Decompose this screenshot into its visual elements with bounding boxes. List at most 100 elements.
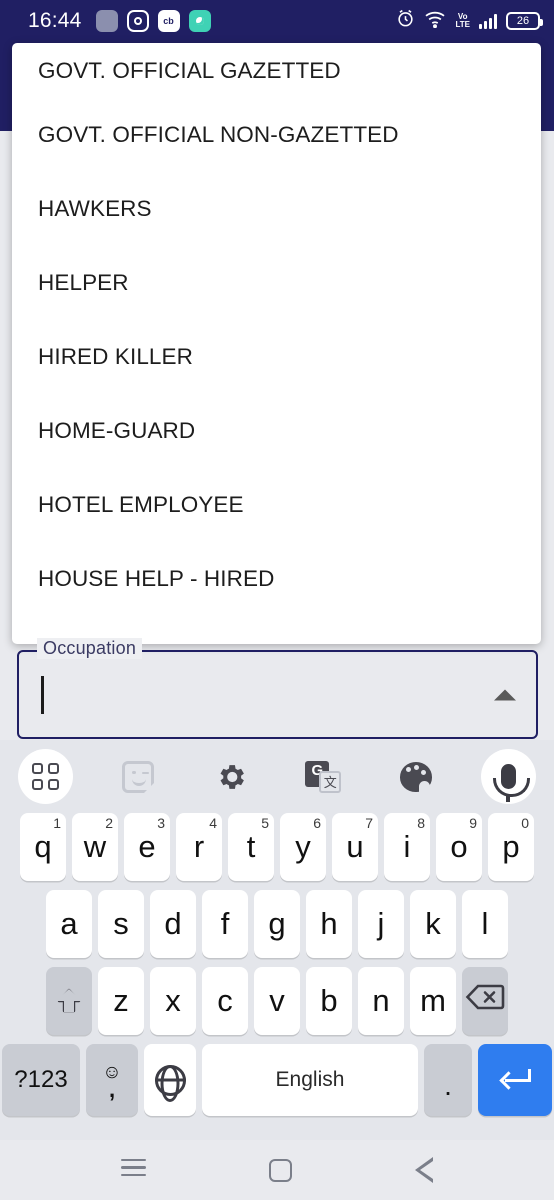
key-j[interactable]: j	[358, 890, 404, 958]
key-d[interactable]: d	[150, 890, 196, 958]
chat-app-icon	[188, 10, 211, 32]
globe-icon	[154, 1064, 186, 1096]
dropdown-option[interactable]: HOME-GUARD	[12, 394, 541, 468]
key-label: p	[502, 829, 520, 864]
key-c[interactable]: c	[202, 967, 248, 1035]
home-icon[interactable]	[268, 1158, 292, 1182]
sticker-icon[interactable]	[111, 749, 166, 804]
back-icon[interactable]	[414, 1157, 433, 1183]
backspace-key[interactable]	[462, 967, 508, 1035]
key-label: r	[193, 829, 205, 864]
key-b[interactable]: b	[306, 967, 352, 1035]
translate-icon[interactable]: G 文	[296, 749, 351, 804]
status-bar: 16:44 cb Vo LTE 26	[0, 0, 554, 42]
dropdown-option[interactable]: HIRED KILLER	[12, 320, 541, 394]
instagram-icon	[126, 10, 149, 32]
cb-app-icon: cb	[157, 10, 180, 32]
keyboard-row-1: 1q 2w 3e 4r 5t 6y 7u 8i 9o 0p	[5, 813, 549, 881]
key-number: 3	[157, 815, 165, 831]
status-bar-right: Vo LTE 26	[396, 9, 543, 33]
key-a[interactable]: a	[46, 890, 92, 958]
keyboard-row-3: z x c v b n m	[5, 967, 549, 1035]
key-label: t	[246, 829, 256, 864]
key-q[interactable]: 1q	[20, 813, 66, 881]
keyboard: G 文 1q 2w 3e 4r 5t 6y 7u 8i 9o 0p a s d	[0, 740, 554, 1140]
key-w[interactable]: 2w	[72, 813, 118, 881]
enter-key[interactable]	[478, 1044, 552, 1116]
key-number: 1	[53, 815, 61, 831]
key-number: 2	[105, 815, 113, 831]
keyboard-row-2: a s d f g h j k l	[5, 890, 549, 958]
key-number: 9	[469, 815, 477, 831]
symbols-key[interactable]: ?123	[2, 1044, 80, 1116]
occupation-input[interactable]	[41, 675, 44, 714]
dropdown-option[interactable]: HAWKERS	[12, 172, 541, 246]
key-h[interactable]: h	[306, 890, 352, 958]
key-y[interactable]: 6y	[280, 813, 326, 881]
key-i[interactable]: 8i	[384, 813, 430, 881]
key-s[interactable]: s	[98, 890, 144, 958]
recents-icon[interactable]	[121, 1158, 147, 1182]
system-navigation-bar	[0, 1140, 554, 1200]
volte-bottom: LTE	[455, 20, 470, 29]
emoji-comma-key[interactable]: ☺ ,	[86, 1044, 138, 1116]
key-label: q	[34, 829, 52, 864]
occupation-field[interactable]: Occupation	[17, 638, 538, 739]
volte-icon: Vo LTE	[455, 13, 470, 29]
key-v[interactable]: v	[254, 967, 300, 1035]
language-key[interactable]	[144, 1044, 196, 1116]
space-key[interactable]: English	[202, 1044, 418, 1116]
microphone-icon[interactable]	[480, 749, 536, 804]
key-k[interactable]: k	[410, 890, 456, 958]
key-number: 5	[261, 815, 269, 831]
key-number: 7	[365, 815, 373, 831]
keyboard-rows: 1q 2w 3e 4r 5t 6y 7u 8i 9o 0p a s d f g …	[0, 813, 554, 1116]
gear-icon[interactable]	[203, 749, 258, 804]
battery-icon: 26	[506, 12, 543, 30]
dropdown-option[interactable]: GOVT. OFFICIAL NON-GAZETTED	[12, 98, 541, 172]
key-t[interactable]: 5t	[228, 813, 274, 881]
dropdown-option[interactable]: HELPER	[12, 246, 541, 320]
key-label: i	[403, 829, 411, 864]
key-o[interactable]: 9o	[436, 813, 482, 881]
period-key[interactable]: .	[424, 1044, 472, 1116]
keyboard-toolbar: G 文	[0, 740, 554, 813]
key-label: w	[83, 829, 107, 864]
dropdown-option[interactable]: GOVT. OFFICIAL GAZETTED	[12, 43, 541, 98]
occupation-label: Occupation	[37, 638, 143, 659]
keyboard-row-4: ?123 ☺ , English .	[2, 1044, 552, 1116]
grid-icon[interactable]	[18, 749, 73, 804]
key-number: 4	[209, 815, 217, 831]
key-u[interactable]: 7u	[332, 813, 378, 881]
status-bar-left: 16:44 cb	[28, 9, 211, 33]
palette-icon[interactable]	[388, 749, 443, 804]
shift-icon	[56, 987, 82, 1015]
key-n[interactable]: n	[358, 967, 404, 1035]
key-m[interactable]: m	[410, 967, 456, 1035]
wifi-icon	[424, 10, 446, 33]
key-l[interactable]: l	[462, 890, 508, 958]
key-label: u	[346, 829, 364, 864]
key-r[interactable]: 4r	[176, 813, 222, 881]
key-p[interactable]: 0p	[488, 813, 534, 881]
text-caret	[41, 675, 44, 714]
instagram-lens	[133, 17, 142, 25]
app-icon	[95, 10, 118, 32]
key-x[interactable]: x	[150, 967, 196, 1035]
dropdown-option[interactable]: HOTEL EMPLOYEE	[12, 468, 541, 542]
key-f[interactable]: f	[202, 890, 248, 958]
comma-label: ,	[108, 1076, 116, 1102]
key-e[interactable]: 3e	[124, 813, 170, 881]
key-label: o	[450, 829, 468, 864]
occupation-dropdown-list[interactable]: GOVT. OFFICIAL GAZETTED GOVT. OFFICIAL N…	[12, 43, 541, 644]
backspace-icon	[465, 983, 505, 1019]
shift-key[interactable]	[46, 967, 92, 1035]
key-z[interactable]: z	[98, 967, 144, 1035]
dropdown-option[interactable]: HOUSE HELP - HIRED	[12, 542, 541, 616]
translate-char: 文	[319, 770, 342, 793]
status-clock: 16:44	[28, 9, 82, 32]
enter-icon	[499, 1069, 531, 1091]
key-g[interactable]: g	[254, 890, 300, 958]
key-label: e	[138, 829, 156, 864]
caret-up-icon[interactable]	[494, 689, 516, 700]
